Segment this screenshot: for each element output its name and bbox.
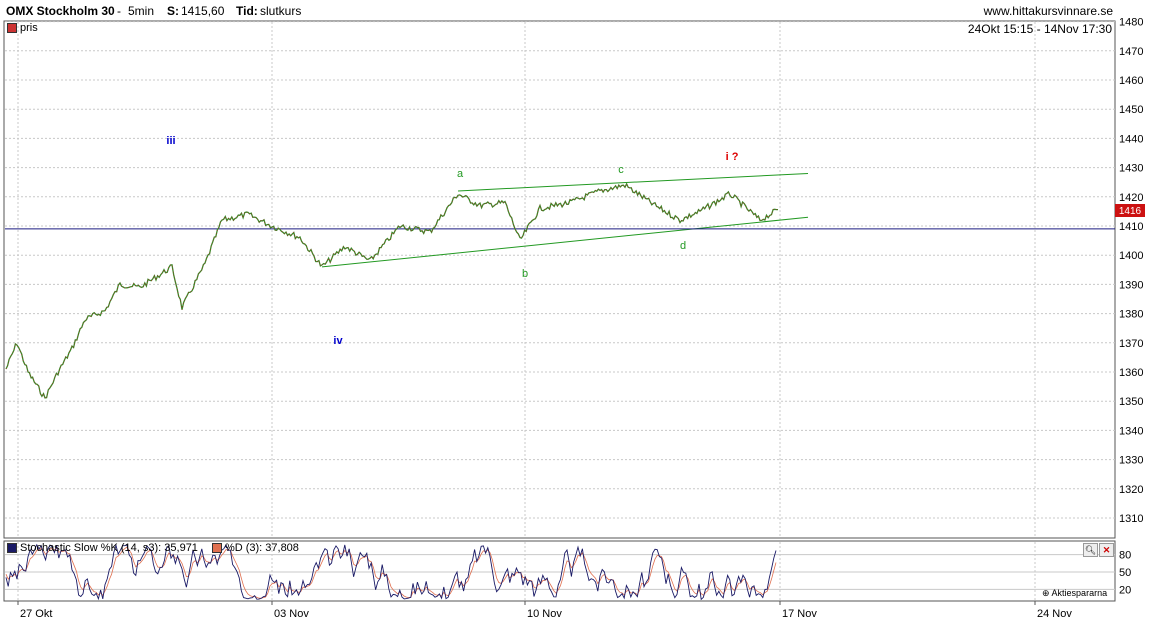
stoch-tick-label: 50 <box>1119 567 1131 579</box>
watermark-text: Aktiespararna <box>1051 588 1108 598</box>
price-legend-swatch <box>7 23 17 33</box>
wave-label: i ? <box>726 151 739 163</box>
watermark: ⊕ Aktiespararna <box>1042 588 1108 598</box>
time-label: Tid: <box>236 4 258 18</box>
date-range: 24Okt 15:15 - 14Nov 17:30 <box>967 22 1112 36</box>
time-value: slutkurs <box>260 4 302 18</box>
site-link[interactable]: www.hittakursvinnare.se <box>984 4 1113 18</box>
price-tick-label: 1340 <box>1119 425 1143 437</box>
last-price-label: 1416 <box>1119 206 1142 217</box>
last-price-marker: 1416 <box>1115 204 1145 217</box>
price-tick-label: 1320 <box>1119 484 1143 496</box>
price-tick-label: 1460 <box>1119 75 1143 87</box>
wave-label: iv <box>333 335 343 347</box>
chart: iii iv a b c d i ? 1310 1320 1330 1340 1350 1360 137… <box>3 17 1145 620</box>
price-legend: pris <box>7 22 38 34</box>
x-tick-label: 03 Nov <box>274 608 309 620</box>
stoch-k-swatch <box>7 543 17 553</box>
stoch-tick-label: 20 <box>1119 584 1131 596</box>
x-tick-label: 17 Nov <box>782 608 817 620</box>
price-tick-label: 1370 <box>1119 338 1143 350</box>
instrument-name: OMX Stockholm 30 <box>6 4 115 18</box>
separator: - <box>117 4 121 18</box>
price-tick-label: 1430 <box>1119 163 1143 175</box>
stoch-k-label: Stochastic Slow %K (14, s3): 35,971 <box>20 542 198 554</box>
stochastic-y-axis: 20 50 80 <box>1119 550 1131 597</box>
price-tick-label: 1310 <box>1119 513 1143 525</box>
wave-label: d <box>680 240 686 252</box>
price-tick-label: 1400 <box>1119 250 1143 262</box>
wave-label: iii <box>166 135 175 147</box>
chart-header: OMX Stockholm 30 - 5min S: 1415,60 Tid: … <box>0 0 1157 22</box>
price-tick-label: 1380 <box>1119 309 1143 321</box>
price-panel <box>3 20 1116 539</box>
close-icon[interactable]: ✕ <box>1099 543 1114 557</box>
price-tick-label: 1390 <box>1119 279 1143 291</box>
x-tick-label: 10 Nov <box>527 608 562 620</box>
price-tick-label: 1420 <box>1119 192 1143 204</box>
zoom-icon[interactable]: 🔍︎ <box>1083 543 1098 557</box>
wave-label: a <box>457 168 464 180</box>
x-tick-label: 27 Okt <box>20 608 52 620</box>
price-y-axis: 1310 1320 1330 1340 1350 1360 1370 1380 1390 1400… <box>1119 17 1143 525</box>
stoch-tick-label: 80 <box>1119 550 1131 562</box>
wave-label: c <box>618 164 624 176</box>
price-tick-label: 1450 <box>1119 104 1143 116</box>
date-x-axis: 27 Okt 03 Nov 10 Nov 17 Nov 24 Nov <box>17 601 1072 620</box>
wave-label: b <box>522 268 528 280</box>
price-legend-label: pris <box>20 22 38 34</box>
x-tick-label: 24 Nov <box>1037 608 1072 620</box>
last-value: 1415,60 <box>181 4 225 18</box>
price-tick-label: 1410 <box>1119 221 1143 233</box>
last-label: S: <box>167 4 179 18</box>
price-tick-label: 1350 <box>1119 396 1143 408</box>
price-tick-label: 1360 <box>1119 367 1143 379</box>
price-tick-label: 1330 <box>1119 455 1143 467</box>
price-tick-label: 1440 <box>1119 133 1143 145</box>
stoch-d-swatch <box>211 543 222 553</box>
interval: 5min <box>128 4 155 18</box>
price-tick-label: 1470 <box>1119 46 1143 58</box>
stochastic-legend: Stochastic Slow %K (14, s3): 35,971 %D (… <box>7 542 299 554</box>
stoch-d-label: %D (3): 37,808 <box>224 542 299 554</box>
